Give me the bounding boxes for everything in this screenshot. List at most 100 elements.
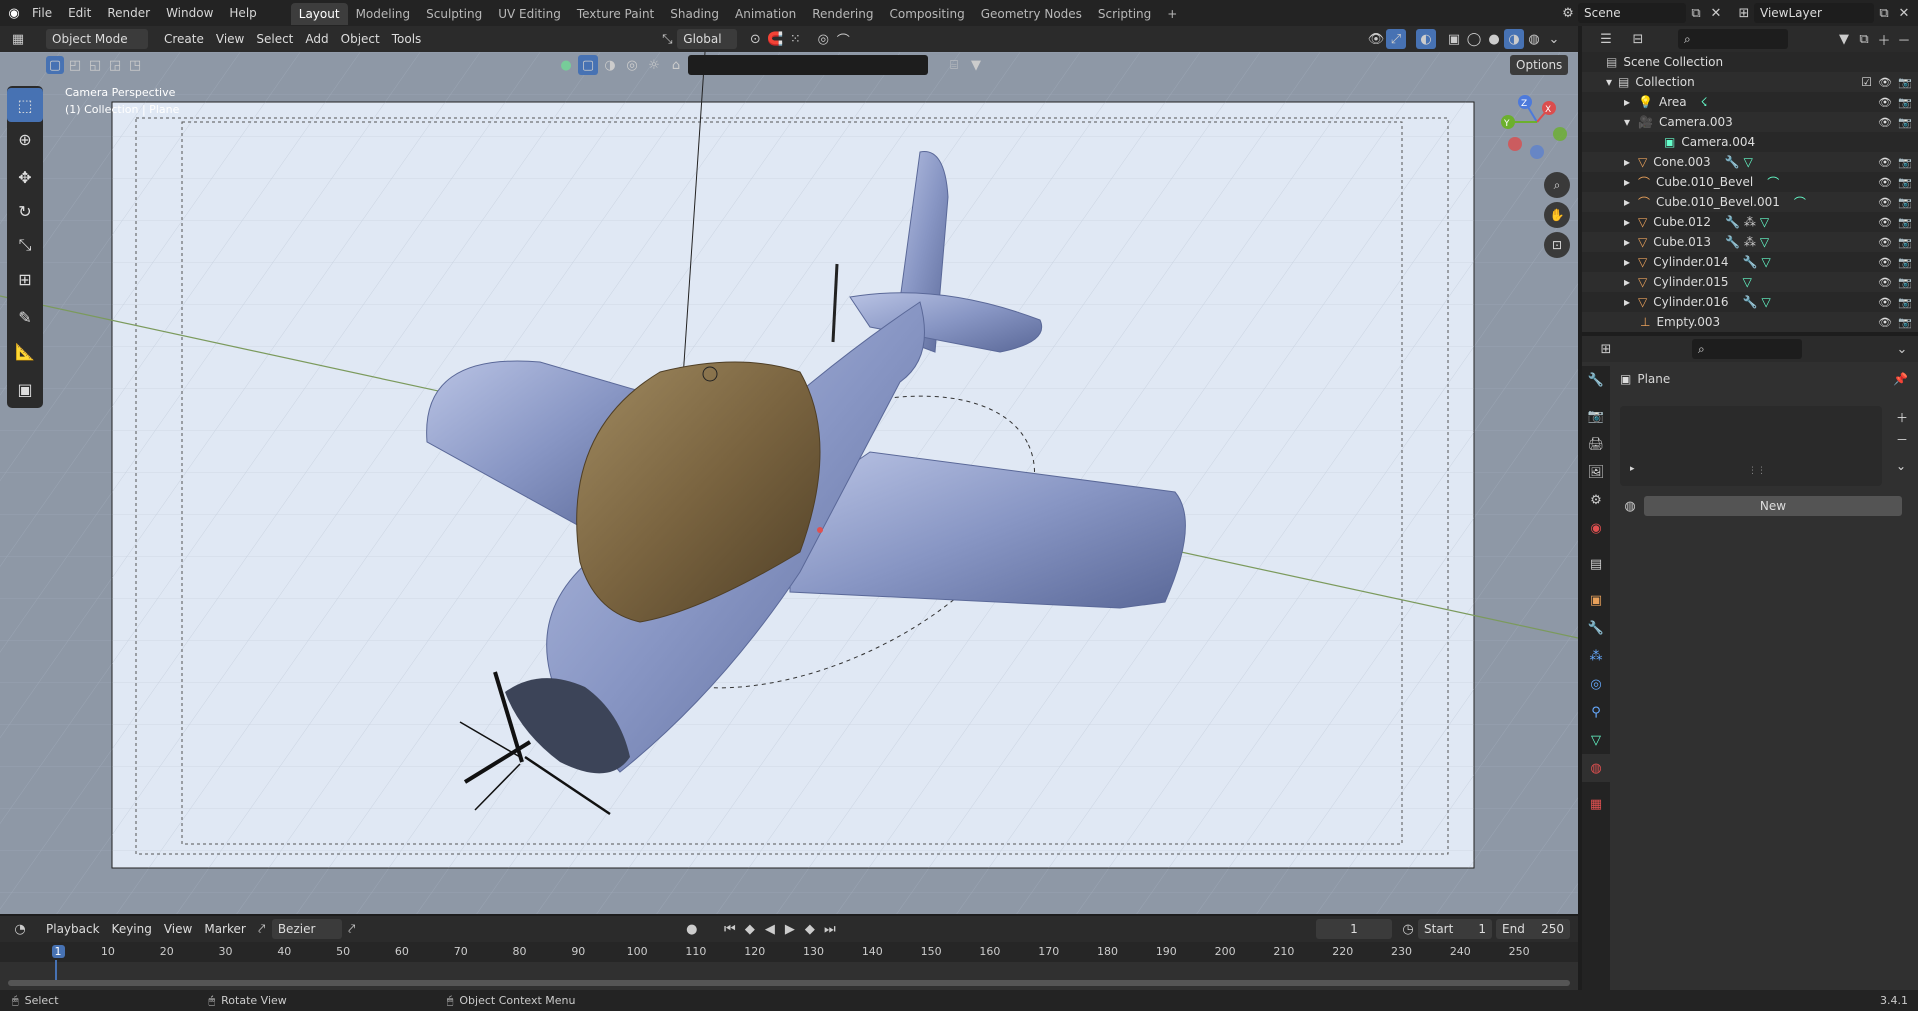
- preview-range-icon[interactable]: ◷: [1398, 919, 1418, 939]
- delete-view-layer-icon[interactable]: ✕: [1894, 3, 1914, 23]
- overlay-icon[interactable]: ◐: [1416, 29, 1436, 49]
- new-view-layer-icon[interactable]: ⧉: [1874, 3, 1894, 23]
- outliner-row-area[interactable]: ▸ 💡 Area ☇ 👁 📷: [1582, 92, 1918, 112]
- tab-texture-paint[interactable]: Texture Paint: [569, 3, 662, 25]
- outliner-row-camera-004[interactable]: ▣ Camera.004: [1582, 132, 1918, 152]
- outliner-row-cone-003[interactable]: ▸ ▽ Cone.003 🔧 ▽ 👁 📷: [1582, 152, 1918, 172]
- scene-field[interactable]: Scene: [1578, 3, 1686, 23]
- texture-tab-icon[interactable]: ▦: [1582, 790, 1610, 818]
- view-layer-tab-icon[interactable]: 🖼: [1582, 458, 1610, 486]
- menu-create[interactable]: Create: [158, 29, 210, 49]
- material-tab-icon[interactable]: ◍: [1582, 754, 1610, 782]
- eye-icon[interactable]: 👁: [1878, 316, 1892, 329]
- menu-marker[interactable]: Marker: [198, 919, 251, 939]
- cursor-tool[interactable]: ⊕: [7, 122, 43, 156]
- tab-geometry-nodes[interactable]: Geometry Nodes: [973, 3, 1090, 25]
- remove-slot-button[interactable]: －: [1890, 430, 1914, 450]
- play-reverse-icon[interactable]: ◀: [760, 919, 780, 939]
- eye-icon[interactable]: 👁: [1878, 276, 1892, 289]
- tab-animation[interactable]: Animation: [727, 3, 804, 25]
- select-invert-icon[interactable]: ◲: [106, 56, 124, 74]
- select-new-icon[interactable]: ▢: [46, 56, 64, 74]
- render-camera-icon[interactable]: 📷: [1898, 296, 1912, 309]
- tab-layout[interactable]: Layout: [290, 3, 348, 25]
- menu-tools[interactable]: Tools: [386, 29, 428, 49]
- add-workspace-button[interactable]: +: [1159, 3, 1185, 25]
- slot-expand-icon[interactable]: ▸: [1630, 464, 1635, 474]
- menu-edit[interactable]: Edit: [60, 0, 99, 26]
- render-camera-icon[interactable]: 📷: [1898, 236, 1912, 249]
- constraints-tab-icon[interactable]: ⚲: [1582, 698, 1610, 726]
- checkbox-icon[interactable]: ☑: [1861, 75, 1872, 89]
- render-camera-icon[interactable]: 📷: [1898, 216, 1912, 229]
- outliner-row-cylinder-016[interactable]: ▸ ▽ Cylinder.016 🔧 ▽ 👁 📷: [1582, 292, 1918, 312]
- rotate-tool[interactable]: ↻: [7, 194, 43, 228]
- view-layer-field[interactable]: ViewLayer: [1754, 3, 1874, 23]
- jump-start-icon[interactable]: ⏮: [720, 919, 740, 939]
- menu-help[interactable]: Help: [221, 0, 264, 26]
- eye-icon[interactable]: 👁: [1878, 76, 1892, 89]
- tab-sculpting[interactable]: Sculpting: [418, 3, 490, 25]
- new-collection-icon[interactable]: ⧉: [1854, 29, 1874, 49]
- add-slot-button[interactable]: ＋: [1890, 408, 1914, 428]
- menu-window[interactable]: Window: [158, 0, 221, 26]
- tab-modeling[interactable]: Modeling: [348, 3, 419, 25]
- jump-end-icon[interactable]: ⏭: [820, 919, 840, 939]
- material-slot-list[interactable]: ▸ ⋮⋮: [1620, 406, 1882, 486]
- funnel-icon[interactable]: ▼: [966, 55, 986, 75]
- material-browse-icon[interactable]: ◍: [1620, 496, 1640, 516]
- render-camera-icon[interactable]: 📷: [1898, 196, 1912, 209]
- end-frame-field[interactable]: End 250: [1496, 919, 1570, 939]
- render-tab-icon[interactable]: 📷: [1582, 402, 1610, 430]
- new-material-button[interactable]: New: [1644, 496, 1902, 516]
- slot-specials-button[interactable]: ⌄: [1890, 456, 1912, 476]
- delete-scene-icon[interactable]: ✕: [1706, 3, 1726, 23]
- color-icon[interactable]: ●: [556, 55, 576, 75]
- menu-playback[interactable]: Playback: [40, 919, 106, 939]
- pin-icon[interactable]: 📌: [1893, 372, 1908, 386]
- menu-render[interactable]: Render: [99, 0, 158, 26]
- blender-logo-icon[interactable]: ◉: [4, 3, 24, 23]
- options-button[interactable]: Options: [1510, 55, 1569, 75]
- menu-view[interactable]: View: [210, 29, 250, 49]
- menu-select[interactable]: Select: [250, 29, 299, 49]
- move-tool[interactable]: ✥: [7, 160, 43, 194]
- transform-tool[interactable]: ⊞: [7, 262, 43, 296]
- pivot-icon[interactable]: ⊙: [745, 29, 765, 49]
- gizmo-icon[interactable]: ⤢: [1386, 29, 1406, 49]
- xray-icon[interactable]: ▣: [1444, 29, 1464, 49]
- tab-shading[interactable]: Shading: [662, 3, 727, 25]
- viewport-search-input[interactable]: [688, 55, 928, 75]
- texture-icon[interactable]: ⌂: [666, 55, 686, 75]
- solid-shading-icon[interactable]: ●: [1484, 29, 1504, 49]
- outliner-row-empty-003[interactable]: ⊥ Empty.003 👁 📷: [1582, 312, 1918, 332]
- physics-tab-icon[interactable]: ◎: [1582, 670, 1610, 698]
- timeline-editor-icon[interactable]: ◔: [10, 919, 30, 939]
- output-tab-icon[interactable]: 🖨: [1582, 430, 1610, 458]
- editor-type-icon[interactable]: ▦: [8, 29, 28, 49]
- outliner-row-cylinder-014[interactable]: ▸ ▽ Cylinder.014 🔧 ▽ 👁 📷: [1582, 252, 1918, 272]
- mode-dropdown[interactable]: Object Mode: [46, 29, 148, 49]
- render-camera-icon[interactable]: 📷: [1898, 256, 1912, 269]
- rendered-shading-icon[interactable]: ◍: [1524, 29, 1544, 49]
- pan-button[interactable]: ✋: [1544, 202, 1570, 228]
- properties-search-input[interactable]: ⌕: [1692, 339, 1802, 359]
- outliner-scene-row[interactable]: ▤ Scene Collection: [1582, 52, 1918, 72]
- wireframe-shading-icon[interactable]: ◯: [1464, 29, 1484, 49]
- menu-object[interactable]: Object: [335, 29, 386, 49]
- measure-tool[interactable]: 📐: [7, 334, 43, 368]
- timeline-scrollbar[interactable]: [8, 980, 1570, 986]
- proportional-edit-icon[interactable]: ◎: [813, 29, 833, 49]
- select-subtract-icon[interactable]: ◱: [86, 56, 104, 74]
- menu-keying[interactable]: Keying: [106, 919, 158, 939]
- interpolation-dropdown[interactable]: Bezier: [271, 919, 342, 939]
- material-shading-icon[interactable]: ◑: [1504, 29, 1524, 49]
- falloff-icon[interactable]: ⌒: [833, 29, 853, 49]
- object-tab-icon[interactable]: ▣: [1582, 586, 1610, 614]
- tab-scripting[interactable]: Scripting: [1090, 3, 1159, 25]
- data-tab-icon[interactable]: ▽: [1582, 726, 1610, 754]
- outliner-row-cube-010-bevel[interactable]: ▸ ⌒ Cube.010_Bevel ⌒ 👁 📷: [1582, 172, 1918, 192]
- world-icon[interactable]: ◎: [622, 55, 642, 75]
- next-keyframe-icon[interactable]: ◆: [800, 919, 820, 939]
- scene-icon[interactable]: ⚙: [1558, 3, 1578, 23]
